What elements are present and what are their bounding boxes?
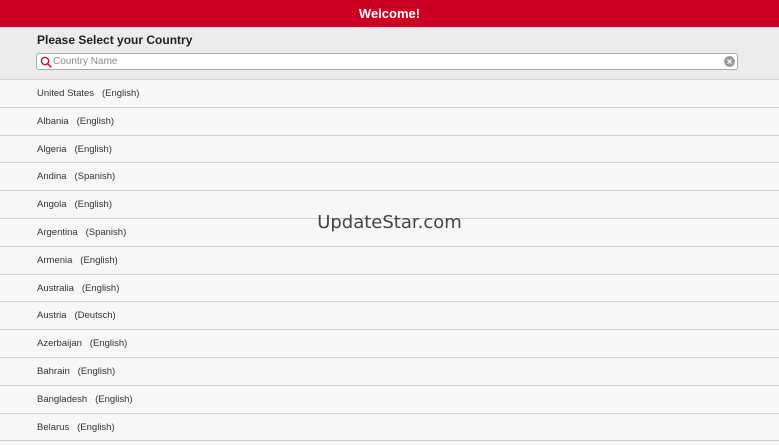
select-country-prompt: Please Select your Country (37, 33, 193, 47)
country-label: Andina (Spanish) (37, 171, 116, 183)
window-title: Welcome! (358, 6, 421, 21)
country-row[interactable]: United States (English) (0, 80, 779, 108)
country-row[interactable]: Bangladesh (English) (0, 385, 779, 414)
country-label: Armenia (English) (37, 254, 118, 266)
title-bar: Welcome! (0, 0, 779, 27)
country-row[interactable]: Bahrain (English) (0, 357, 779, 386)
country-label: Argentina (Spanish) (37, 226, 127, 238)
country-label: Azerbaijan (English) (37, 338, 128, 350)
country-row[interactable]: Argentina (Spanish) (0, 218, 779, 247)
country-row[interactable]: Angola (English) (0, 191, 779, 219)
country-label: Bahrain (English) (37, 365, 116, 377)
country-header: Please Select your Country (0, 27, 779, 80)
search-icon (40, 56, 52, 68)
country-row[interactable]: Australia (English) (0, 274, 779, 303)
country-row[interactable]: Azerbaijan (English) (0, 330, 779, 358)
country-label: Belarus (English) (37, 421, 115, 433)
country-row[interactable]: Algeria (English) (0, 135, 779, 164)
country-search-input[interactable] (53, 54, 713, 69)
country-label: Austria (Deutsch) (37, 310, 116, 322)
country-label: Bangladesh (English) (37, 393, 133, 405)
country-row[interactable]: Belarus (English) (0, 413, 779, 442)
country-row[interactable]: Andina (Spanish) (0, 163, 779, 192)
country-row[interactable]: Austria (Deutsch) (0, 302, 779, 331)
country-label: Australia (English) (37, 282, 120, 294)
country-label: United States (English) (37, 88, 140, 99)
country-list: United States (English) Albania (English… (0, 80, 779, 445)
country-label: Albania (English) (37, 115, 115, 127)
country-label: Algeria (English) (37, 143, 112, 155)
clear-icon[interactable] (724, 56, 735, 67)
search-box[interactable] (36, 53, 738, 70)
country-label: Angola (English) (37, 199, 112, 211)
country-row[interactable]: Albania (English) (0, 107, 779, 136)
country-row[interactable]: Armenia (English) (0, 246, 779, 275)
